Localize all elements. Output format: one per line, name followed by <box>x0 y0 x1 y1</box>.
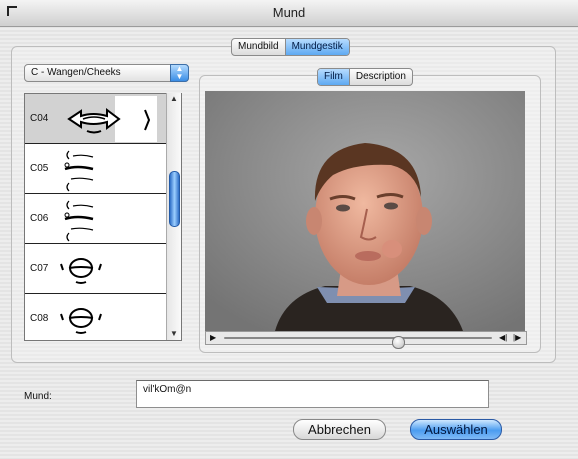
mouth-gesture-icon <box>60 308 102 334</box>
video-tab-control: Film Description <box>317 68 413 86</box>
window-corner-icon <box>7 6 17 16</box>
title-bar: Mund <box>0 0 578 27</box>
tab-mundgestik[interactable]: Mundgestik <box>284 39 349 55</box>
gesture-list: C04 C05 C06 C07 C08 <box>24 93 182 341</box>
select-button[interactable]: Auswählen <box>410 419 502 440</box>
step-back-icon[interactable]: ◀| <box>499 333 507 342</box>
dialog-window: Mund Mundbild Mundgestik C - Wangen/Chee… <box>0 0 578 459</box>
scroll-up-icon[interactable]: ▲ <box>167 93 181 105</box>
list-item[interactable]: C07 <box>25 244 168 294</box>
category-select[interactable]: C - Wangen/Cheeks ▲ ▼ <box>24 64 189 82</box>
gesture-code: C06 <box>30 213 49 224</box>
video-scrubber-knob[interactable] <box>392 336 405 349</box>
scroll-thumb[interactable] <box>169 171 180 227</box>
mouth-gesture-icon <box>64 200 94 242</box>
list-scrollbar[interactable]: ▲ ▼ <box>166 93 181 340</box>
mund-text-value: vil'kOm@n <box>143 384 192 395</box>
mouth-gesture-icon <box>67 96 157 142</box>
scroll-down-icon[interactable]: ▼ <box>167 328 181 340</box>
gesture-code: C05 <box>30 163 49 174</box>
mund-field-label: Mund: <box>24 391 52 402</box>
window-title: Mund <box>272 5 306 20</box>
updown-arrows-icon: ▲ ▼ <box>170 64 189 82</box>
person-video-image <box>205 91 525 331</box>
list-item[interactable]: C04 <box>25 94 168 144</box>
video-frame <box>205 91 525 331</box>
video-controller: ▶ ◀| |▶ <box>205 331 527 349</box>
mund-text-field[interactable]: vil'kOm@n <box>136 380 489 408</box>
tab-description[interactable]: Description <box>348 69 412 85</box>
top-tab-control: Mundbild Mundgestik <box>231 38 350 56</box>
category-select-value: C - Wangen/Cheeks <box>31 67 121 78</box>
list-item[interactable]: C05 <box>25 144 168 194</box>
mouth-gesture-icon <box>64 150 94 192</box>
video-scrubber-track[interactable] <box>224 336 492 349</box>
step-forward-icon[interactable]: |▶ <box>513 333 521 342</box>
mouth-gesture-icon <box>60 258 102 284</box>
list-item[interactable]: C06 <box>25 194 168 244</box>
play-icon[interactable]: ▶ <box>210 333 216 342</box>
gesture-code: C08 <box>30 313 49 324</box>
gesture-code: C04 <box>30 113 49 124</box>
tab-film[interactable]: Film <box>318 69 349 85</box>
cancel-button[interactable]: Abbrechen <box>293 419 386 440</box>
gesture-code: C07 <box>30 263 49 274</box>
tab-mundbild[interactable]: Mundbild <box>232 39 285 55</box>
list-item[interactable]: C08 <box>25 294 168 340</box>
